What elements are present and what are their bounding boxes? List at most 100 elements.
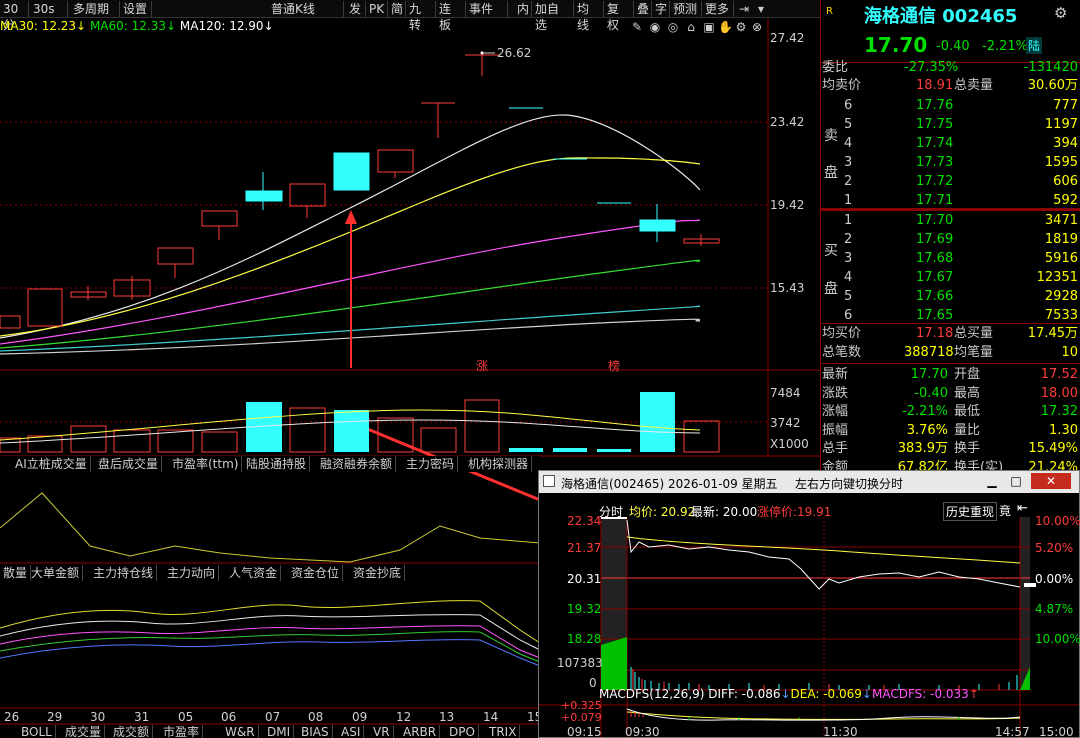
intraday-vol-tick: 107383 bbox=[557, 656, 603, 670]
candles bbox=[0, 51, 720, 329]
stat-label: 涨跌 bbox=[822, 385, 849, 401]
sell-order-row[interactable]: 5 17.75 1197 bbox=[822, 115, 1080, 134]
date-tick: 31 bbox=[134, 710, 150, 724]
overlay-button[interactable]: 叠 bbox=[634, 1, 652, 17]
avg-sell-value: 18.91 bbox=[916, 78, 954, 93]
stat-value: 17.32 bbox=[1040, 404, 1078, 419]
fa-button[interactable]: 发 bbox=[346, 1, 366, 17]
sell-order-row[interactable]: 3 17.73 1595 bbox=[822, 153, 1080, 172]
tab-institution-detector[interactable]: 机构探测器 bbox=[465, 456, 533, 472]
tab-dmi[interactable]: DMI bbox=[264, 725, 295, 738]
arrow-down-icon: ↓ bbox=[861, 687, 872, 701]
chevron-down-icon[interactable]: ▾ bbox=[754, 2, 768, 16]
event-button[interactable]: 事件 bbox=[466, 1, 508, 17]
sell-order-row[interactable]: 4 17.74 394 bbox=[822, 134, 1080, 153]
maximize-icon[interactable]: □ bbox=[1007, 473, 1025, 489]
gear-icon[interactable]: ⚙ bbox=[1054, 4, 1067, 22]
tab-large-order[interactable]: 大单金额 bbox=[28, 565, 84, 581]
period-30s-button[interactable]: 30s bbox=[30, 1, 68, 17]
tab-arbr[interactable]: ARBR bbox=[400, 725, 441, 738]
sell-order-row[interactable]: 6 17.76 777 bbox=[822, 96, 1080, 115]
price-tick: 27.42 bbox=[770, 31, 805, 45]
tab-pe[interactable]: 市盈率 bbox=[160, 725, 204, 738]
stat-value: -2.21% bbox=[902, 404, 948, 419]
tab-trix[interactable]: TRIX bbox=[486, 725, 521, 738]
popup-titlebar[interactable]: 海格通信(002465) 2026-01-09 星期五 左右方向键切换分时 ▁ … bbox=[539, 471, 1079, 493]
add-watchlist-button[interactable]: 加自选 bbox=[532, 1, 574, 32]
lianban-button[interactable]: 连板 bbox=[436, 1, 466, 32]
stat-value: 17.52 bbox=[1040, 367, 1078, 382]
tab-main-force-code[interactable]: 主力密码 bbox=[403, 456, 459, 472]
intraday-popup[interactable]: 海格通信(002465) 2026-01-09 星期五 左右方向键切换分时 ▁ … bbox=[538, 470, 1080, 738]
period-30min-button[interactable]: 30分 bbox=[0, 1, 29, 32]
tab-chengjiaoe[interactable]: 成交额 bbox=[110, 725, 154, 738]
buy-order-row[interactable]: 6 17.65 7533 bbox=[822, 306, 1080, 325]
stat-label: 最新 bbox=[822, 367, 849, 382]
inner-button[interactable]: 内 bbox=[514, 1, 532, 17]
tab-ai-volume[interactable]: AI立桩成交量 bbox=[12, 456, 91, 472]
macd-tick: +0.079 bbox=[561, 711, 602, 724]
buy-order-row[interactable]: 4 17.67 12351 bbox=[822, 268, 1080, 287]
buy-order-row[interactable]: 2 17.69 1819 bbox=[822, 230, 1080, 249]
stat-value: -0.40 bbox=[914, 385, 948, 401]
multi-period-button[interactable]: 多周期 bbox=[70, 1, 120, 17]
tab-popularity-fund[interactable]: 人气资金 bbox=[226, 565, 282, 581]
more-button[interactable]: 更多 bbox=[702, 1, 734, 17]
sell-order-row[interactable]: 2 17.72 606 bbox=[822, 172, 1080, 191]
close-icon[interactable]: ✕ bbox=[1031, 473, 1071, 489]
text-button[interactable]: 字 bbox=[652, 1, 670, 17]
tab-chengjiaoliang[interactable]: 成交量 bbox=[62, 725, 106, 738]
order-volume: 1197 bbox=[1044, 117, 1078, 132]
buy-order-row[interactable]: 1 17.70 3471 bbox=[822, 211, 1080, 230]
kline-type-select[interactable]: 普通K线 bbox=[268, 1, 344, 17]
pin-icon[interactable]: ⇥ bbox=[737, 2, 751, 16]
tab-main-trend[interactable]: 主力动向 bbox=[164, 565, 220, 581]
tab-wr[interactable]: W&R bbox=[222, 725, 259, 738]
weibi-value: -27.35% bbox=[904, 60, 959, 75]
order-price: 17.69 bbox=[916, 232, 954, 247]
date-tick: 08 bbox=[308, 710, 324, 724]
macdfs-value: MACDFS: -0.033 bbox=[871, 687, 969, 701]
tab-vr[interactable]: VR bbox=[370, 725, 394, 738]
tab-margin-balance[interactable]: 融资融券余额 bbox=[317, 456, 397, 472]
settings-button[interactable]: 设置 bbox=[120, 1, 152, 17]
jiuzhuan-button[interactable]: 九转 bbox=[406, 1, 436, 32]
tab-hk-connect[interactable]: 陆股通持股 bbox=[243, 456, 311, 472]
pk-button[interactable]: PK bbox=[366, 1, 388, 17]
dea-value: DEA: -0.069 bbox=[790, 687, 862, 701]
total-sell-label: 总卖量 bbox=[954, 78, 994, 93]
forecast-button[interactable]: 预测 bbox=[670, 1, 702, 17]
tab-bias[interactable]: BIAS bbox=[298, 725, 333, 738]
tab-volume[interactable]: 散量 bbox=[0, 565, 32, 581]
buy-order-row[interactable]: 3 17.68 5916 bbox=[822, 249, 1080, 268]
intraday-chart[interactable] bbox=[539, 517, 1079, 737]
buy-order-row[interactable]: 5 17.66 2928 bbox=[822, 287, 1080, 306]
ma-button[interactable]: 均线 bbox=[574, 1, 604, 32]
candle bbox=[201, 210, 238, 227]
stat-label: 换手 bbox=[954, 441, 981, 456]
volume-tick: 3742 bbox=[770, 416, 801, 430]
adjust-button[interactable]: 复权 bbox=[604, 1, 634, 32]
collapse-icon[interactable]: ⇤ bbox=[1017, 501, 1028, 516]
intraday-pct-tick: 10.00% bbox=[1035, 632, 1080, 646]
order-price: 17.76 bbox=[916, 98, 954, 113]
price-tick: 15.43 bbox=[770, 281, 805, 295]
order-level: 3 bbox=[844, 251, 853, 266]
tab-main-position[interactable]: 主力持仓线 bbox=[90, 565, 158, 581]
avg-trade-label: 均笔量 bbox=[954, 345, 994, 360]
simple-button[interactable]: 简 bbox=[388, 1, 406, 17]
tab-pe-ttm[interactable]: 市盈率(ttm) bbox=[169, 456, 243, 472]
tab-fund-bottom[interactable]: 资金抄底 bbox=[350, 565, 406, 581]
total-trades-row: 总笔数 388718 均笔量 10 bbox=[822, 343, 1080, 362]
order-price: 17.75 bbox=[916, 117, 954, 132]
tab-dpo[interactable]: DPO bbox=[446, 725, 479, 738]
tab-asi[interactable]: ASI bbox=[338, 725, 365, 738]
tab-after-hours-volume[interactable]: 盘后成交量 bbox=[95, 456, 163, 472]
stat-label: 最低 bbox=[954, 404, 981, 419]
date-tick: 14 bbox=[483, 710, 499, 724]
order-volume: 606 bbox=[1053, 174, 1078, 189]
tab-fund-position[interactable]: 资金仓位 bbox=[288, 565, 344, 581]
minimize-icon[interactable]: ▁ bbox=[983, 473, 1001, 489]
sell-order-row[interactable]: 1 17.71 592 bbox=[822, 191, 1080, 210]
tab-boll[interactable]: BOLL bbox=[18, 725, 56, 738]
